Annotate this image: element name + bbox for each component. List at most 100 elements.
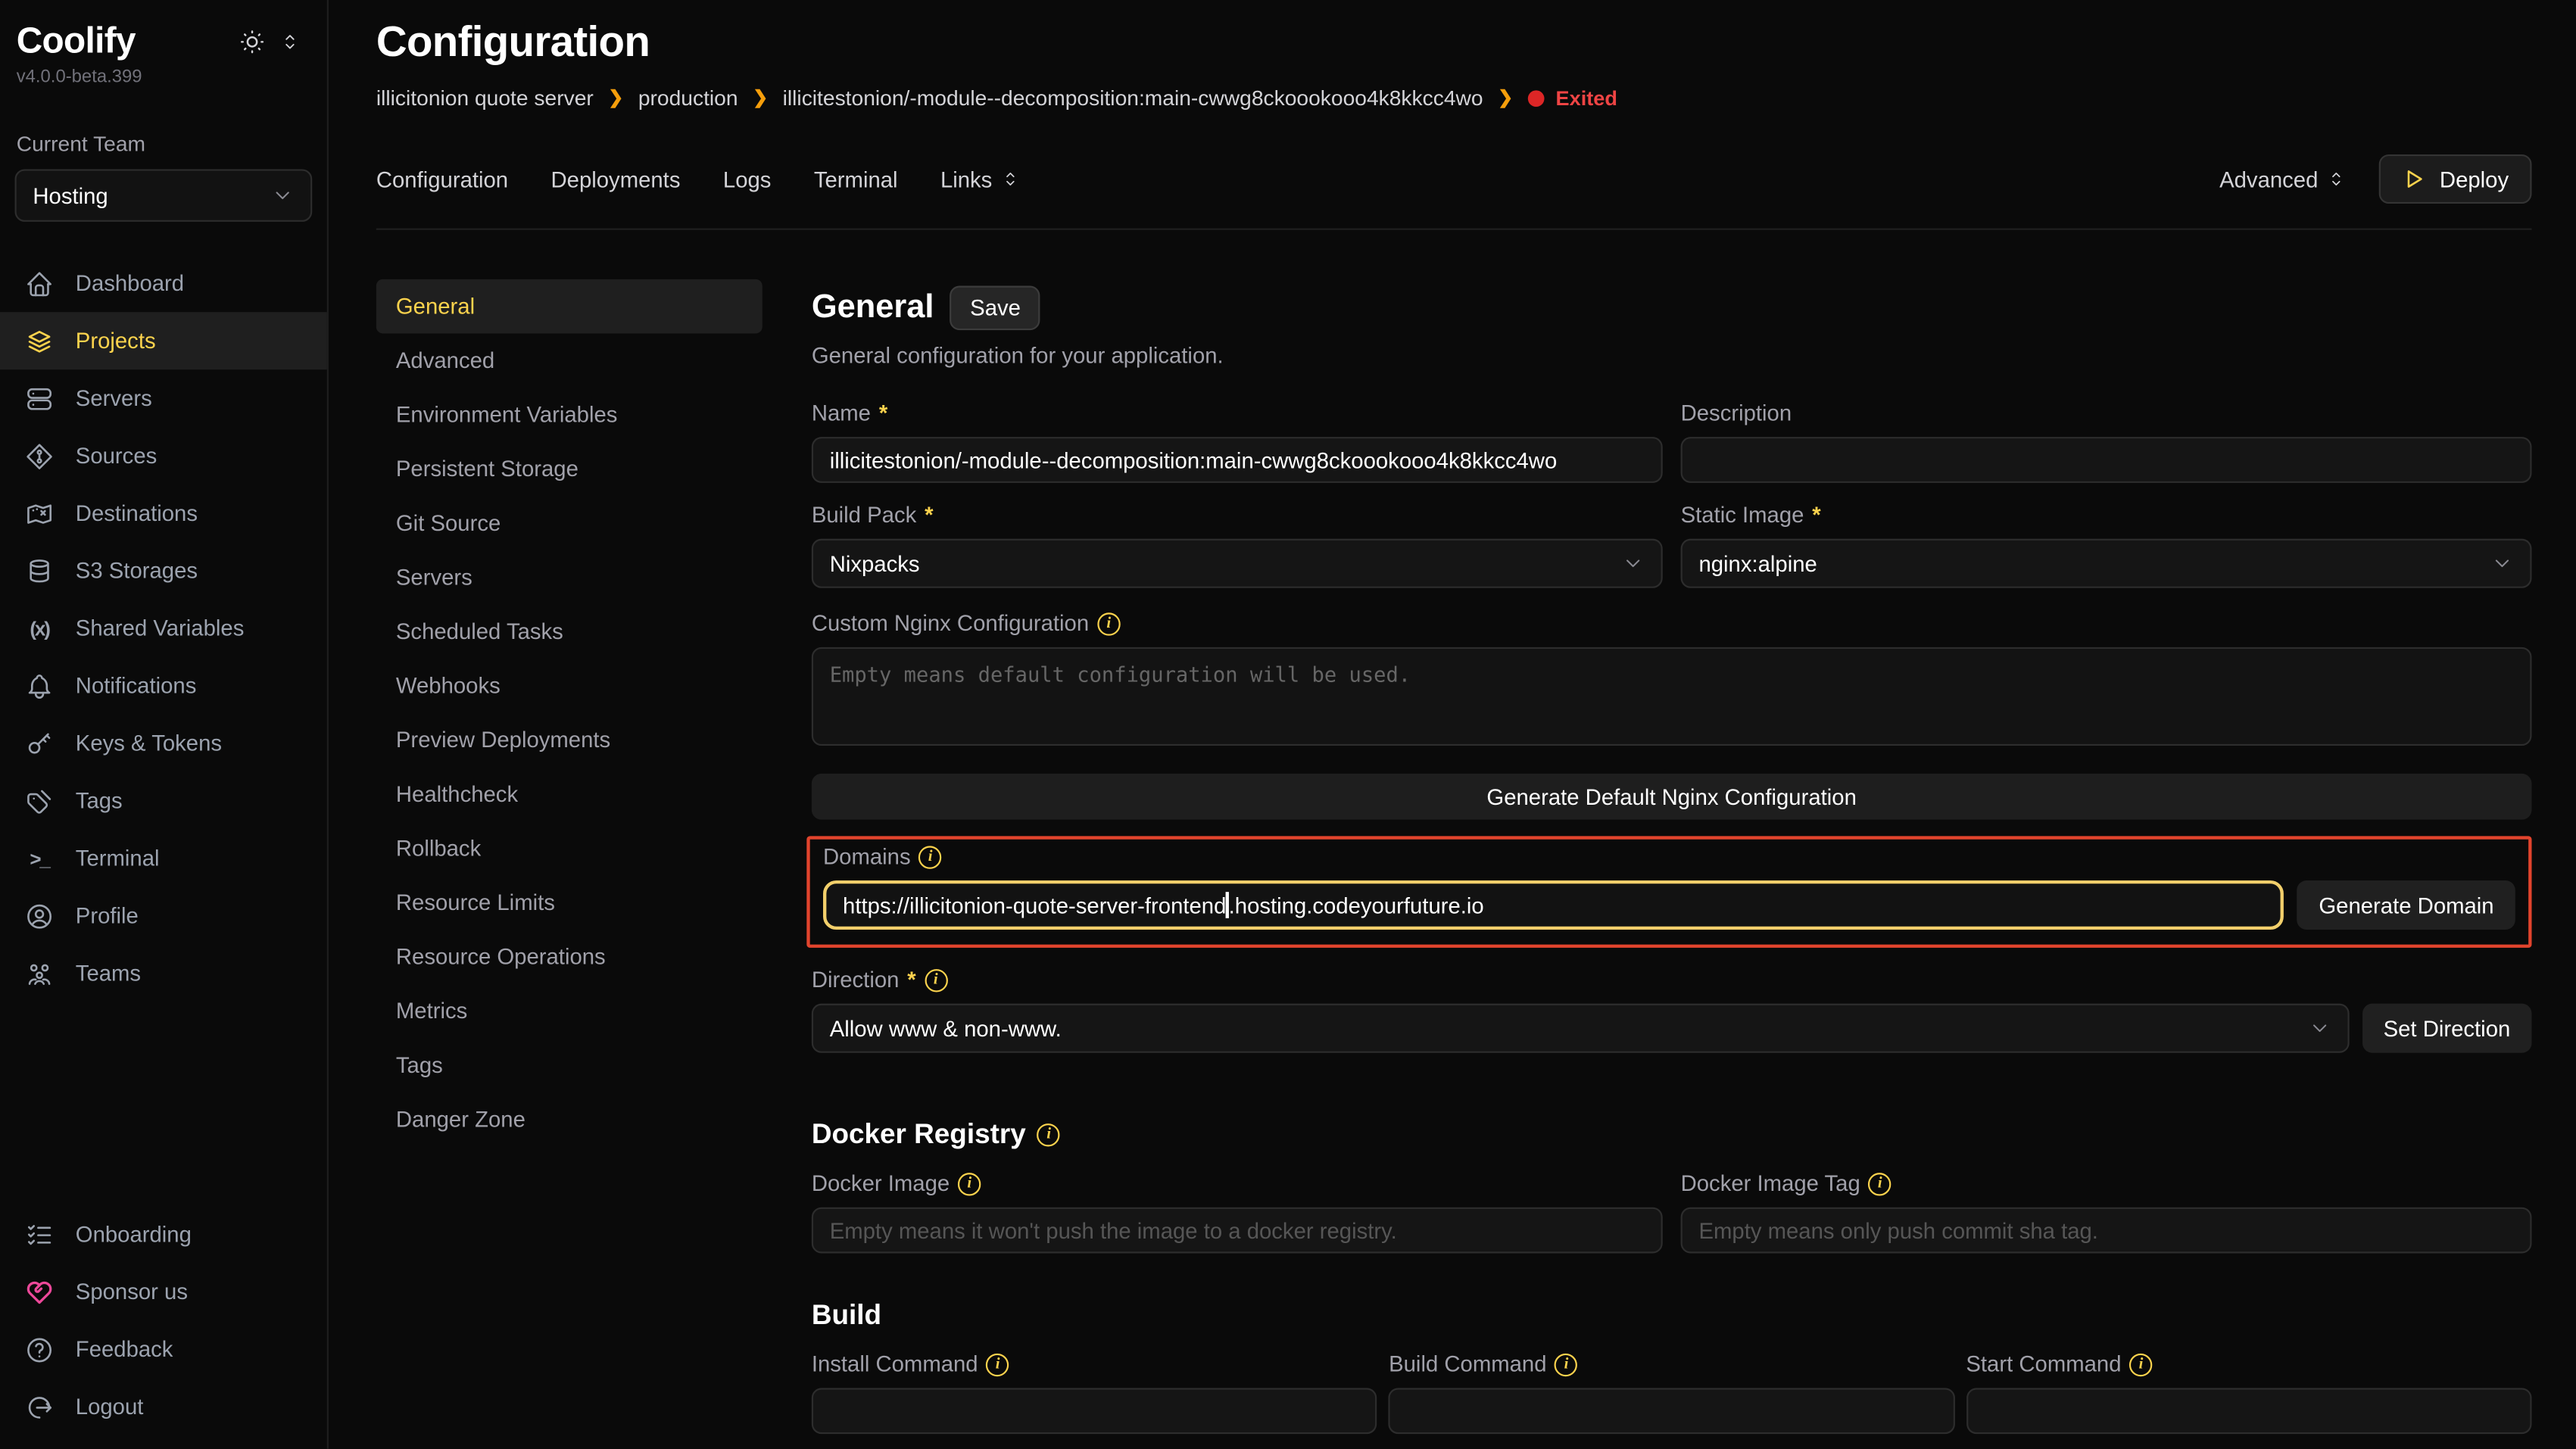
sidebar-item-keys-tokens[interactable]: Keys & Tokens <box>0 715 327 772</box>
sidebar-item-feedback[interactable]: Feedback <box>0 1320 327 1378</box>
tab-logs[interactable]: Logs <box>723 167 772 192</box>
subnav-item-metrics[interactable]: Metrics <box>376 984 763 1039</box>
deploy-button[interactable]: Deploy <box>2379 154 2532 204</box>
domains-label: Domains <box>823 844 911 869</box>
name-input[interactable] <box>812 437 1663 483</box>
breadcrumb-environment[interactable]: production <box>638 86 738 111</box>
sidebar-item-tags[interactable]: Tags <box>0 772 327 830</box>
subnav-item-git-source[interactable]: Git Source <box>376 496 763 550</box>
sidebar-item-terminal[interactable]: >_ Terminal <box>0 830 327 887</box>
breadcrumb-project[interactable]: illicitonion quote server <box>376 86 594 111</box>
tab-links[interactable]: Links <box>940 167 1020 192</box>
docker-image-tag-field-group: Docker Image Tag i <box>1681 1171 2532 1253</box>
docker-image-tag-label: Docker Image Tag <box>1681 1171 1860 1196</box>
status-badge: Exited <box>1528 86 1617 109</box>
subnav-item-danger-zone[interactable]: Danger Zone <box>376 1092 763 1147</box>
sidebar-item-onboarding[interactable]: Onboarding <box>0 1206 327 1264</box>
advanced-select[interactable]: Advanced <box>2219 167 2346 192</box>
set-direction-button[interactable]: Set Direction <box>2362 1004 2531 1053</box>
breadcrumb-resource[interactable]: illicitestonion/-module--decomposition:m… <box>783 86 1483 111</box>
docker-image-tag-input[interactable] <box>1681 1208 2532 1254</box>
app-version: v4.0.0-beta.399 <box>0 62 327 87</box>
server-icon <box>25 384 55 413</box>
chevron-down-icon <box>271 184 294 207</box>
chevron-updown-icon <box>2326 169 2346 189</box>
info-icon: i <box>918 845 941 868</box>
info-icon: i <box>925 968 947 991</box>
sidebar-item-sources[interactable]: Sources <box>0 427 327 485</box>
team-select-value: Hosting <box>33 183 108 208</box>
theme-sun-icon[interactable] <box>239 28 267 56</box>
description-label: Description <box>1681 400 1792 425</box>
start-command-label: Start Command <box>1966 1352 2121 1377</box>
subnav-item-environment-variables[interactable]: Environment Variables <box>376 388 763 442</box>
subnav-item-scheduled-tasks[interactable]: Scheduled Tasks <box>376 604 763 659</box>
subnav-item-advanced[interactable]: Advanced <box>376 333 763 388</box>
general-form: General Save General configuration for y… <box>812 279 2532 1449</box>
generate-domain-button[interactable]: Generate Domain <box>2297 880 2515 930</box>
subnav-item-tags[interactable]: Tags <box>376 1038 763 1092</box>
name-field-group: Name * <box>812 400 1663 482</box>
sidebar-item-teams[interactable]: Teams <box>0 945 327 1002</box>
sidebar-item-destinations[interactable]: Destinations <box>0 485 327 542</box>
domains-input[interactable]: https://illicitonion-quote-server-fronte… <box>823 880 2284 930</box>
config-subnav: General Advanced Environment Variables P… <box>376 279 763 1449</box>
sidebar-item-profile[interactable]: Profile <box>0 887 327 945</box>
required-marker: * <box>879 400 887 425</box>
info-icon: i <box>1869 1172 1891 1195</box>
build-pack-select[interactable]: Nixpacks <box>812 539 1663 588</box>
build-pack-label: Build Pack <box>812 503 916 528</box>
tab-terminal[interactable]: Terminal <box>814 167 898 192</box>
subnav-item-persistent-storage[interactable]: Persistent Storage <box>376 442 763 497</box>
build-command-input[interactable] <box>1389 1388 1954 1434</box>
subnav-item-resource-operations[interactable]: Resource Operations <box>376 930 763 984</box>
layers-icon <box>25 326 55 356</box>
sidebar-nav: Dashboard Projects Servers Sources Desti… <box>0 254 327 1002</box>
sidebar-item-dashboard[interactable]: Dashboard <box>0 254 327 312</box>
sidebar-item-servers[interactable]: Servers <box>0 369 327 427</box>
sidebar-item-sponsor[interactable]: Sponsor us <box>0 1263 327 1320</box>
users-icon <box>25 958 55 988</box>
tab-configuration[interactable]: Configuration <box>376 167 508 192</box>
subnav-item-resource-limits[interactable]: Resource Limits <box>376 875 763 930</box>
sidebar-item-notifications[interactable]: Notifications <box>0 657 327 715</box>
sidebar: Coolify v4.0.0-beta.399 Current Team Hos… <box>0 0 329 1449</box>
generate-nginx-button[interactable]: Generate Default Nginx Configuration <box>812 774 2532 820</box>
save-button[interactable]: Save <box>950 286 1040 331</box>
install-command-input[interactable] <box>812 1388 1377 1434</box>
subnav-item-general[interactable]: General <box>376 279 763 334</box>
sidebar-item-projects[interactable]: Projects <box>0 312 327 369</box>
info-icon: i <box>1037 1123 1060 1146</box>
help-circle-icon <box>25 1335 55 1364</box>
status-text: Exited <box>1556 86 1617 109</box>
direction-select[interactable]: Allow www & non-www. <box>812 1004 2349 1053</box>
info-icon: i <box>1555 1353 1577 1376</box>
description-input[interactable] <box>1681 437 2532 483</box>
tab-deployments[interactable]: Deployments <box>551 167 681 192</box>
team-select[interactable]: Hosting <box>15 169 313 221</box>
start-command-input[interactable] <box>1966 1388 2531 1434</box>
subnav-item-preview-deployments[interactable]: Preview Deployments <box>376 713 763 768</box>
subnav-item-servers[interactable]: Servers <box>376 550 763 605</box>
logout-icon <box>25 1392 55 1422</box>
subnav-item-healthcheck[interactable]: Healthcheck <box>376 767 763 821</box>
info-icon: i <box>958 1172 981 1195</box>
git-source-icon <box>25 441 55 471</box>
sidebar-item-s3-storages[interactable]: S3 Storages <box>0 542 327 600</box>
home-icon <box>25 269 55 298</box>
domains-highlight-box: Domains i https://illicitonion-quote-ser… <box>806 836 2531 948</box>
direction-value: Allow www & non-www. <box>830 1016 1062 1041</box>
sidebar-item-shared-variables[interactable]: (x) Shared Variables <box>0 600 327 657</box>
breadcrumb-separator-icon: ❯ <box>1498 87 1513 108</box>
required-marker: * <box>907 968 915 992</box>
docker-image-input[interactable] <box>812 1208 1663 1254</box>
static-image-select[interactable]: nginx:alpine <box>1681 539 2532 588</box>
custom-nginx-textarea[interactable] <box>812 647 2532 746</box>
main-area: Configuration illicitonion quote server … <box>329 0 2576 1449</box>
theme-selector-chevrons-icon[interactable] <box>279 31 301 52</box>
sidebar-item-logout[interactable]: Logout <box>0 1378 327 1435</box>
terminal-icon: >_ <box>25 846 55 869</box>
info-icon: i <box>1097 612 1120 634</box>
subnav-item-webhooks[interactable]: Webhooks <box>376 659 763 713</box>
subnav-item-rollback[interactable]: Rollback <box>376 821 763 876</box>
